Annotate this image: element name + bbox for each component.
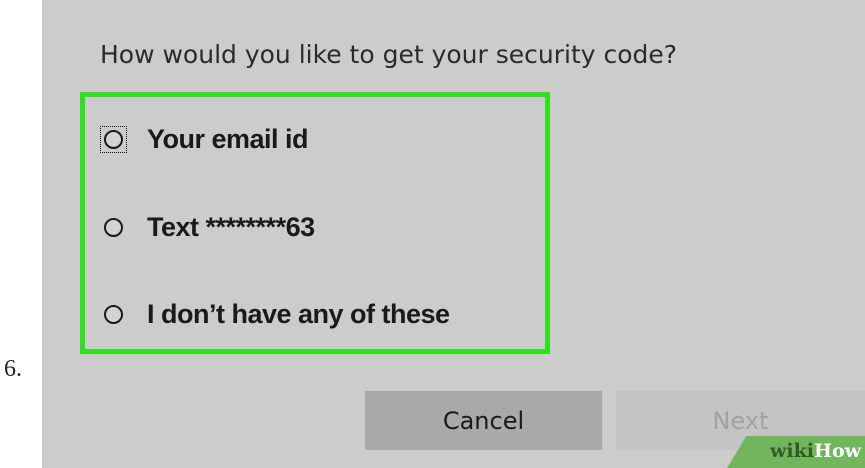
radio-button-none[interactable]	[104, 305, 123, 324]
dialog-question: How would you like to get your security …	[100, 40, 678, 69]
option-none[interactable]: I don’t have any of these	[104, 299, 450, 330]
watermark-text: wikiHow	[770, 440, 861, 462]
clipped-title	[342, 0, 354, 14]
radio-button-text[interactable]	[104, 218, 123, 237]
step-number: 6.	[4, 356, 22, 382]
cancel-button[interactable]: Cancel	[365, 391, 602, 450]
watermark-part-wiki: wiki	[770, 440, 815, 462]
security-code-dialog: How would you like to get your security …	[42, 0, 865, 468]
option-label: Your email id	[147, 124, 309, 154]
wikihow-watermark: wikiHow	[727, 436, 865, 468]
watermark-part-how: How	[814, 440, 861, 462]
focus-indicator	[100, 126, 127, 153]
option-text[interactable]: Text ********63	[104, 212, 315, 243]
radio-button-email[interactable]	[104, 130, 123, 149]
option-label: I don’t have any of these	[147, 299, 450, 329]
option-email[interactable]: Your email id	[100, 124, 309, 155]
option-label: Text ********63	[147, 212, 315, 242]
